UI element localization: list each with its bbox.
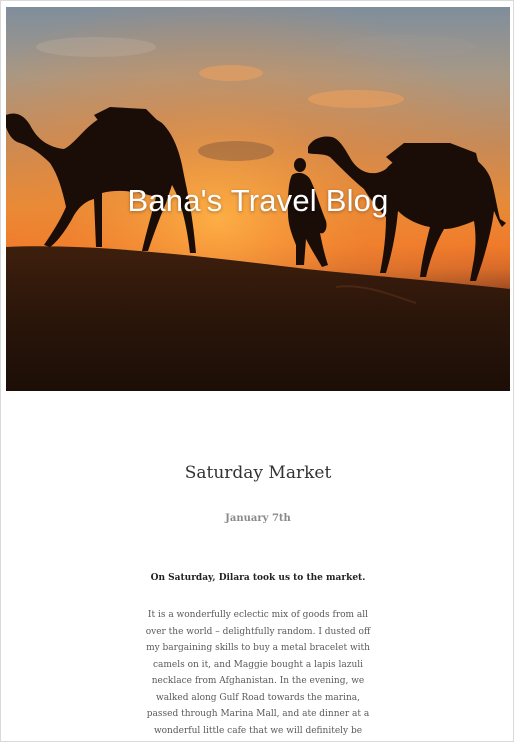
blog-title: Bana's Travel Blog <box>127 183 389 218</box>
post-body-paragraph: It is a wonderfully eclectic mix of good… <box>145 610 371 736</box>
post-lead-paragraph: On Saturday, Dilara took us to the marke… <box>150 573 366 583</box>
post-title[interactable]: Saturday Market <box>1 463 513 483</box>
blog-page: Bana's Travel Blog Saturday Market Janua… <box>0 0 514 742</box>
hero-banner-image: Bana's Travel Blog <box>6 7 510 391</box>
post-date: January 7th <box>225 513 291 524</box>
